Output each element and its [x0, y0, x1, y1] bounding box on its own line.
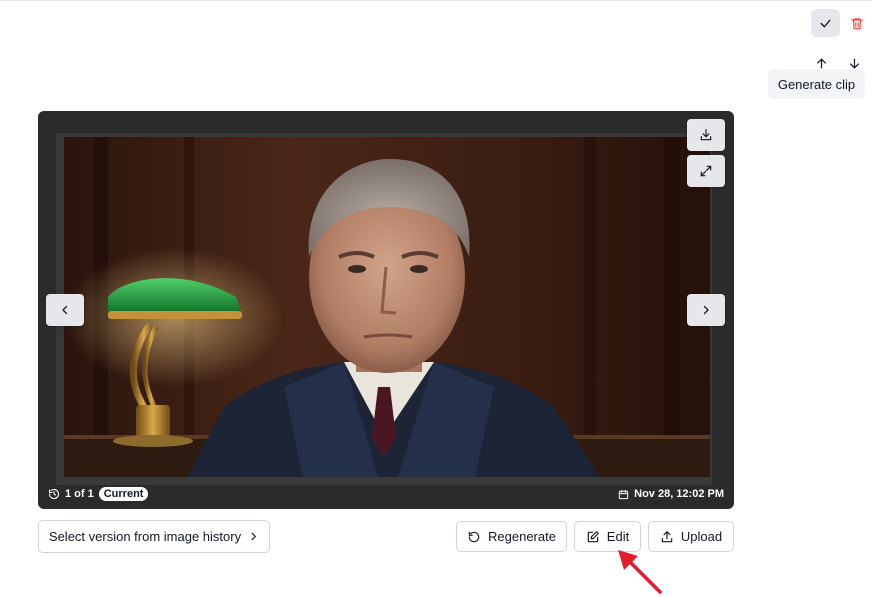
date-info: Nov 28, 12:02 PM [618, 488, 724, 500]
generated-image [64, 137, 710, 483]
generate-clip-tooltip: Generate clip [768, 69, 865, 99]
check-icon [820, 19, 831, 27]
chevron-right-icon [703, 305, 709, 315]
edit-icon [587, 530, 599, 542]
edit-label: Edit [606, 529, 630, 544]
current-badge: Current [98, 487, 149, 501]
fullscreen-button[interactable] [687, 155, 725, 187]
image-date: Nov 28, 12:02 PM [634, 488, 724, 500]
previous-image-button[interactable] [46, 294, 84, 326]
chevron-left-icon [62, 305, 68, 315]
download-icon [700, 129, 712, 141]
upload-label: Upload [680, 529, 723, 544]
version-counter: 1 of 1 [65, 488, 94, 500]
arrow-down-icon [849, 58, 859, 68]
refresh-icon [468, 531, 480, 542]
image-info-bar: 1 of 1 Current Nov 28, 12:02 PM [38, 479, 734, 509]
delete-button[interactable] [847, 11, 867, 35]
expand-icon [700, 165, 712, 177]
annotation-arrow-icon [618, 550, 662, 594]
select-version-label: Select version from image history [48, 529, 242, 544]
upload-icon [661, 530, 673, 542]
next-image-button[interactable] [687, 294, 725, 326]
arrow-up-icon [816, 58, 826, 68]
image-viewer: 1 of 1 Current Nov 28, 12:02 PM [38, 111, 734, 509]
version-info: 1 of 1 Current [48, 487, 149, 501]
download-button[interactable] [687, 119, 725, 151]
trash-icon [851, 17, 863, 29]
regenerate-button[interactable]: Regenerate [456, 521, 567, 552]
top-divider [0, 0, 872, 1]
select-version-history-button[interactable]: Select version from image history [38, 520, 270, 553]
chevron-right-icon [251, 532, 256, 541]
confirm-button[interactable] [811, 9, 840, 37]
regenerate-label: Regenerate [488, 529, 556, 544]
history-icon [48, 488, 60, 500]
calendar-icon [618, 489, 629, 499]
